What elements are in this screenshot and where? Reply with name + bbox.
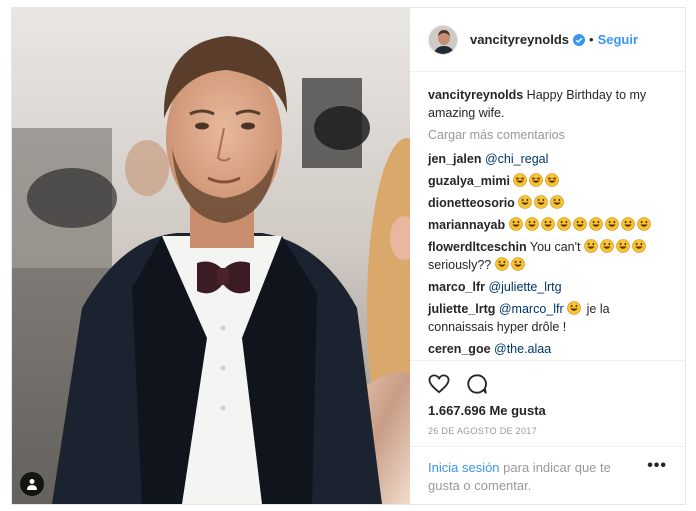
grinning-emoji-icon	[550, 195, 565, 209]
grinning-emoji-icon	[534, 195, 549, 209]
grinning-emoji-icon	[636, 217, 651, 231]
grinning-emoji-icon	[508, 217, 523, 231]
comment-username[interactable]: marco_lfr	[428, 280, 485, 294]
post-card: vancityreynolds • Seguir vancityreynolds…	[11, 7, 686, 505]
comment-mention[interactable]: @juliette_lrtg	[488, 280, 561, 294]
user-tag-icon[interactable]	[20, 472, 44, 496]
grinning-emoji-icon	[556, 217, 571, 231]
caption: vancityreynolds Happy Birthday to my ama…	[428, 86, 667, 122]
action-bar	[428, 367, 667, 401]
comment-username[interactable]: ceren_goe	[428, 342, 491, 356]
comments-list: vancityreynolds Happy Birthday to my ama…	[410, 72, 685, 360]
comment-username[interactable]: mariannayab	[428, 218, 505, 232]
header-username[interactable]: vancityreynolds	[470, 32, 569, 47]
laughing-emoji-icon	[545, 173, 560, 187]
comment-mention[interactable]: @marco_lfr	[499, 302, 564, 316]
actions-section: 1.667.696 Me gusta 26 DE AGOSTO DE 2017	[410, 360, 685, 446]
comment-mention[interactable]: @chi_regal	[485, 152, 548, 166]
avatar[interactable]	[428, 24, 458, 55]
separator-dot: •	[589, 32, 594, 47]
comment-mention[interactable]: @the.alaa	[494, 342, 551, 356]
grinning-emoji-icon	[616, 239, 630, 253]
comment-icon[interactable]	[466, 372, 490, 396]
comment-rows: jen_jalen @chi_regal guzalya_mimi dionet…	[428, 150, 667, 360]
grinning-emoji-icon	[540, 217, 555, 231]
comment-row: flowerdltceschin You can't seriously??	[428, 238, 667, 274]
photo-illustration	[12, 8, 410, 504]
post-photo[interactable]	[12, 8, 410, 504]
laughing-emoji-icon	[513, 173, 528, 187]
grinning-emoji-icon	[518, 195, 533, 209]
comment-username[interactable]: dionetteosorio	[428, 196, 515, 210]
login-prompt: Inicia sesión para indicar que te gusta …	[428, 459, 638, 495]
heart-icon[interactable]	[428, 372, 452, 396]
grinning-emoji-icon	[524, 217, 539, 231]
grinning-emoji-icon	[494, 257, 509, 271]
comment-username[interactable]: guzalya_mimi	[428, 174, 510, 188]
comment-row: guzalya_mimi	[428, 172, 667, 190]
comment-row: dionetteosorio	[428, 194, 667, 212]
login-link[interactable]: Inicia sesión	[428, 460, 500, 475]
grinning-emoji-icon	[510, 257, 525, 271]
caption-username[interactable]: vancityreynolds	[428, 88, 523, 102]
comment-row: marco_lfr @juliette_lrtg	[428, 278, 667, 296]
grinning-emoji-icon	[567, 301, 581, 315]
side-panel: vancityreynolds • Seguir vancityreynolds…	[410, 8, 685, 504]
comment-row: juliette_lrtg @marco_lfr je la connaissa…	[428, 300, 667, 336]
post-date: 26 DE AGOSTO DE 2017	[428, 426, 537, 436]
grinning-emoji-icon	[604, 217, 619, 231]
grinning-emoji-icon	[600, 239, 614, 253]
comment-text: You can't	[529, 240, 581, 254]
grinning-emoji-icon	[588, 217, 603, 231]
comment-row: jen_jalen @chi_regal	[428, 150, 667, 168]
comment-row: mariannayab	[428, 216, 667, 234]
login-bar: Inicia sesión para indicar que te gusta …	[410, 446, 685, 504]
grinning-emoji-icon	[584, 239, 598, 253]
comment-row: ceren_goe @the.alaa	[428, 340, 667, 358]
comment-username[interactable]: juliette_lrtg	[428, 302, 495, 316]
verified-badge-icon	[573, 33, 585, 46]
post-header: vancityreynolds • Seguir	[410, 8, 685, 72]
load-more-comments-button[interactable]: Cargar más comentarios	[428, 126, 667, 144]
grinning-emoji-icon	[572, 217, 587, 231]
comment-text-after: seriously??	[428, 258, 492, 272]
comment-username[interactable]: flowerdltceschin	[428, 240, 527, 254]
laughing-emoji-icon	[529, 173, 544, 187]
more-options-icon[interactable]: •••	[647, 457, 667, 475]
likes-count[interactable]: 1.667.696 Me gusta	[428, 403, 667, 418]
grinning-emoji-icon	[620, 217, 635, 231]
comment-username[interactable]: jen_jalen	[428, 152, 482, 166]
follow-button[interactable]: Seguir	[598, 32, 638, 47]
grinning-emoji-icon	[632, 239, 646, 253]
